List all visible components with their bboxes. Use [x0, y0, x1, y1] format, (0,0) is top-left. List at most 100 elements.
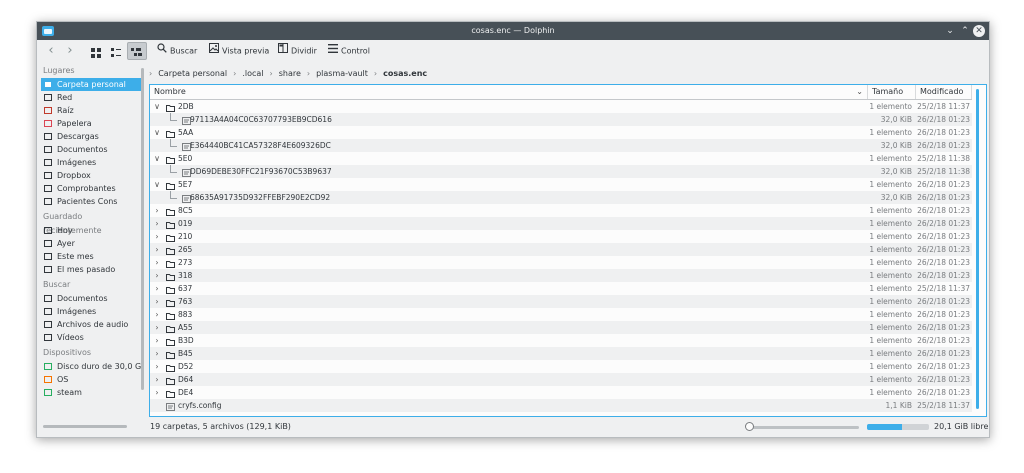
- icons-view-button[interactable]: [87, 42, 105, 60]
- breadcrumb-item[interactable]: Carpeta personal: [158, 69, 227, 78]
- sidebar-item-places-5[interactable]: Documentos: [37, 143, 141, 156]
- drive-icon: [44, 389, 52, 396]
- file-row[interactable]: E364440BC41CA57328F4E609326DC 32,0 KiB 26/…: [150, 139, 972, 152]
- folder-row[interactable]: › A55 1 elemento 26/2/18 01:23: [150, 321, 972, 334]
- expand-chevron-icon[interactable]: ›: [153, 347, 161, 360]
- forward-button[interactable]: ›: [62, 42, 78, 60]
- sidebar-item-places-0[interactable]: Carpeta personal: [41, 78, 141, 91]
- sidebar-item-devices-2[interactable]: steam: [37, 386, 141, 399]
- sidebar-item-places-8[interactable]: Comprobantes: [37, 182, 141, 195]
- folder-row[interactable]: ∨ 5E7 1 elemento 26/2/18 01:23: [150, 178, 972, 191]
- folder-row[interactable]: › 637 1 elemento 25/2/18 11:37: [150, 282, 972, 295]
- details-view-button[interactable]: [127, 42, 147, 60]
- folder-icon: [166, 233, 175, 242]
- sidebar-item-search-2[interactable]: Archivos de audio: [37, 318, 141, 331]
- folder-row[interactable]: › 883 1 elemento 26/2/18 01:23: [150, 308, 972, 321]
- title-bar[interactable]: cosas.enc — Dolphin ⌄ ⌃ ✕: [37, 22, 989, 40]
- folder-row[interactable]: ∨ 5E0 1 elemento 25/2/18 11:38: [150, 152, 972, 165]
- column-header-name[interactable]: Nombre ⌄: [150, 85, 868, 99]
- file-list-scrollbar[interactable]: [976, 89, 979, 409]
- control-button[interactable]: Control: [328, 42, 370, 60]
- sidebar-item-search-3[interactable]: Vídeos: [37, 331, 141, 344]
- expand-chevron-icon[interactable]: ›: [153, 256, 161, 269]
- column-header-size[interactable]: Tamaño: [868, 85, 916, 99]
- sidebar-item-search-0[interactable]: Documentos: [37, 292, 141, 305]
- sidebar-section-search: Buscar: [43, 280, 71, 289]
- expand-chevron-icon[interactable]: ›: [153, 282, 161, 295]
- back-button[interactable]: ‹: [43, 42, 59, 60]
- folder-row[interactable]: › D52 1 elemento 26/2/18 01:23: [150, 360, 972, 373]
- file-row[interactable]: DD69DEBE30FFC21F93670C53B9637 32,0 KiB 25/…: [150, 165, 972, 178]
- collapse-chevron-icon[interactable]: ∨: [153, 152, 161, 165]
- breadcrumb-item[interactable]: .local: [242, 69, 263, 78]
- folder-row[interactable]: ∨ 2DB 1 elemento 25/2/18 11:37: [150, 100, 972, 113]
- column-header-modified[interactable]: Modificado: [916, 85, 972, 99]
- sidebar-item-places-6[interactable]: Imágenes: [37, 156, 141, 169]
- file-row[interactable]: 97113A4A04C0C63707793EB9CD616 32,0 KiB 26/…: [150, 113, 972, 126]
- close-icon[interactable]: ✕: [973, 25, 985, 37]
- search-icon: [157, 42, 167, 60]
- expand-chevron-icon[interactable]: ›: [153, 334, 161, 347]
- folder-row[interactable]: › DE4 1 elemento 26/2/18 01:23: [150, 386, 972, 399]
- expand-chevron-icon[interactable]: ›: [153, 386, 161, 399]
- search-button[interactable]: Buscar: [157, 42, 197, 60]
- folder-row[interactable]: › 210 1 elemento 26/2/18 01:23: [150, 230, 972, 243]
- expand-chevron-icon[interactable]: ›: [153, 269, 161, 282]
- folder-row[interactable]: › 318 1 elemento 26/2/18 01:23: [150, 269, 972, 282]
- folder-row[interactable]: ∨ 5AA 1 elemento 26/2/18 01:23: [150, 126, 972, 139]
- expand-chevron-icon[interactable]: ›: [153, 230, 161, 243]
- breadcrumb-item[interactable]: plasma-vault: [316, 69, 368, 78]
- row-size: 1 elemento: [869, 362, 912, 371]
- folder-row[interactable]: › B45 1 elemento 26/2/18 01:23: [150, 347, 972, 360]
- folder-row[interactable]: › 8C5 1 elemento 26/2/18 01:23: [150, 204, 972, 217]
- sidebar-horizontal-scrollbar[interactable]: [43, 425, 127, 428]
- collapse-chevron-icon[interactable]: ∨: [153, 100, 161, 113]
- expand-chevron-icon[interactable]: ›: [153, 217, 161, 230]
- sidebar-item-recent-2[interactable]: Este mes: [37, 250, 141, 263]
- row-size: 1 elemento: [869, 245, 912, 254]
- folder-row[interactable]: › 273 1 elemento 26/2/18 01:23: [150, 256, 972, 269]
- minimize-icon[interactable]: ⌄: [943, 24, 957, 38]
- file-row[interactable]: cryfs.config 1,1 KiB 25/2/18 11:37: [150, 399, 972, 412]
- sidebar-item-recent-1[interactable]: Ayer: [37, 237, 141, 250]
- expand-chevron-icon[interactable]: ›: [153, 243, 161, 256]
- breadcrumb-item[interactable]: share: [279, 69, 301, 78]
- folder-row[interactable]: › 265 1 elemento 26/2/18 01:23: [150, 243, 972, 256]
- sidebar-item-places-1[interactable]: Red: [37, 91, 141, 104]
- sidebar-item-label: Ayer: [57, 239, 75, 248]
- expand-chevron-icon[interactable]: ›: [153, 295, 161, 308]
- preview-button[interactable]: Vista previa: [209, 42, 269, 60]
- folder-row[interactable]: › 763 1 elemento 26/2/18 01:23: [150, 295, 972, 308]
- sidebar-item-devices-1[interactable]: OS: [37, 373, 141, 386]
- sidebar-item-label: Disco duro de 30,0 GiB: [57, 362, 141, 371]
- free-space-bar: [867, 424, 929, 430]
- sidebar-item-places-2[interactable]: Raíz: [37, 104, 141, 117]
- folder-row[interactable]: › D64 1 elemento 26/2/18 01:23: [150, 373, 972, 386]
- expand-chevron-icon[interactable]: ›: [153, 204, 161, 217]
- sidebar-item-places-3[interactable]: Papelera: [37, 117, 141, 130]
- sidebar-item-devices-0[interactable]: Disco duro de 30,0 GiB: [37, 360, 141, 373]
- sidebar-item-places-4[interactable]: Descargas: [37, 130, 141, 143]
- expand-chevron-icon[interactable]: ›: [153, 321, 161, 334]
- zoom-slider-handle[interactable]: [745, 422, 754, 431]
- breadcrumb-item[interactable]: cosas.enc: [383, 69, 427, 78]
- expand-chevron-icon[interactable]: ›: [153, 373, 161, 386]
- sidebar-item-places-7[interactable]: Dropbox: [37, 169, 141, 182]
- expand-chevron-icon[interactable]: ›: [153, 360, 161, 373]
- compact-view-button[interactable]: [107, 42, 125, 60]
- expand-chevron-icon[interactable]: ›: [153, 308, 161, 321]
- file-row[interactable]: 68635A91735D932FFEBF290E2CD92 32,0 KiB 26/…: [150, 191, 972, 204]
- sidebar-item-recent-0[interactable]: Hoy: [37, 224, 141, 237]
- zoom-slider[interactable]: [747, 426, 859, 429]
- folder-row[interactable]: › B3D 1 elemento 26/2/18 01:23: [150, 334, 972, 347]
- sidebar-item-recent-3[interactable]: El mes pasado: [37, 263, 141, 276]
- collapse-chevron-icon[interactable]: ∨: [153, 178, 161, 191]
- split-button[interactable]: Dividir: [278, 42, 317, 60]
- sidebar-scrollbar[interactable]: [141, 68, 144, 390]
- folder-row[interactable]: › 019 1 elemento 26/2/18 01:23: [150, 217, 972, 230]
- sidebar-item-places-9[interactable]: Pacientes Cons: [37, 195, 141, 208]
- sidebar-item-search-1[interactable]: Imágenes: [37, 305, 141, 318]
- maximize-icon[interactable]: ⌃: [958, 24, 972, 38]
- collapse-chevron-icon[interactable]: ∨: [153, 126, 161, 139]
- row-modified: 25/2/18 11:37: [917, 401, 970, 410]
